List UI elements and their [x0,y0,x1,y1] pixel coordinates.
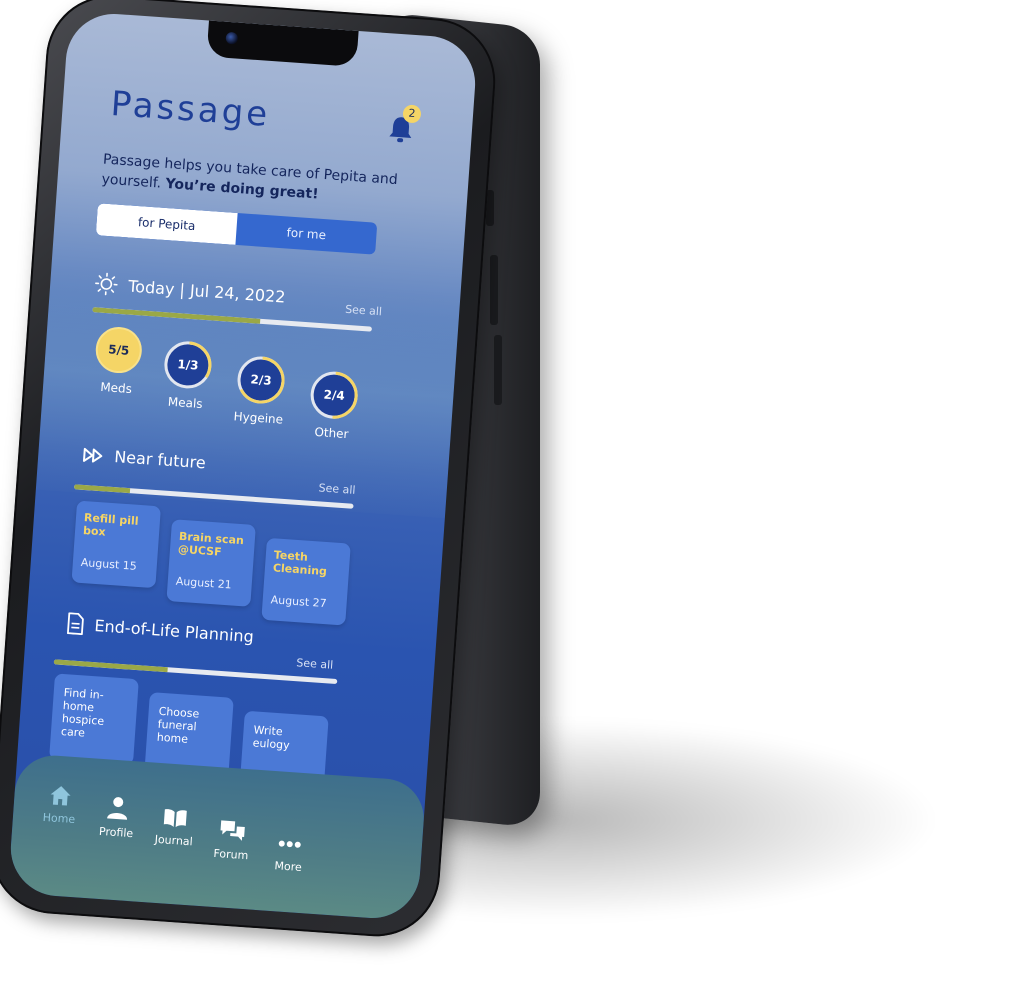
more-icon [278,840,301,848]
ring-meals-value: 1/3 [177,357,199,372]
event-card[interactable]: Teeth Cleaning August 27 [261,537,351,626]
home-icon [50,786,71,806]
camera-icon [225,31,239,45]
near-future-see-all[interactable]: See all [318,481,356,497]
ring-hygiene[interactable]: 2/3 Hygeine [221,353,300,428]
ring-meals-label: Meals [167,394,204,412]
ring-hygiene-chart: 2/3 [237,356,285,404]
app-title: Passage [109,83,272,135]
forum-icon [220,820,245,841]
nav-home-label: Home [42,810,76,827]
event-card-date: August 15 [80,555,138,573]
toggle-for-me[interactable]: for me [235,213,377,255]
sun-icon [95,272,118,296]
planning-title: End-of-Life Planning [93,615,255,646]
event-card-title: Refill pill box [82,511,139,539]
journal-icon [163,809,187,828]
nav-journal[interactable]: Journal [143,806,206,849]
nav-journal-label: Journal [154,832,194,849]
nav-more-label: More [274,859,303,875]
phone: Passage 2 Passage helps you take care of… [0,0,500,941]
event-card-title: Teeth Cleaning [272,548,328,579]
planning-task-title: Find in-home hospice care [60,686,105,740]
volume-up-button [490,255,498,325]
planning-see-all[interactable]: See all [296,656,334,672]
volume-down-button [494,335,502,405]
toggle-for-pepita[interactable]: for Pepita [95,203,238,245]
planning-task-title: Choose funeral home [156,704,200,746]
planning-progress-fill [53,659,168,673]
ring-other-chart: 2/4 [310,371,358,419]
notification-badge: 2 [402,104,422,124]
event-card[interactable]: Refill pill box August 15 [71,500,161,589]
planning-task-card[interactable]: Find in-home hospice care [49,673,139,766]
event-card[interactable]: Brain scan @UCSF August 21 [166,519,256,607]
nav-profile-label: Profile [98,824,134,841]
ring-meds-value: 5/5 [108,342,130,357]
event-card-date: August 27 [270,593,328,611]
nav-more[interactable]: More [258,832,321,875]
document-icon [67,612,84,636]
nav-home[interactable]: Home [29,782,92,827]
today-see-all[interactable]: See all [345,303,383,319]
fast-forward-icon [83,447,103,463]
ring-other-value: 2/4 [323,387,345,402]
ring-meals[interactable]: 1/3 Meals [150,338,225,413]
event-card-date: August 21 [175,574,233,592]
planning-task-title: Write eulogy [252,723,291,752]
screen: Passage 2 Passage helps you take care of… [7,10,479,922]
ring-meals-chart: 1/3 [164,341,212,389]
nav-forum[interactable]: Forum [200,818,263,863]
nav-forum-label: Forum [213,846,249,863]
care-toggle: for Pepita for me [95,203,378,255]
ring-meds[interactable]: 5/5 Meds [81,323,156,398]
bottom-nav: Home Profile Journal Forum More [7,752,427,922]
ring-other-label: Other [314,424,349,442]
ring-other[interactable]: 2/4 Other [296,368,371,443]
nav-profile[interactable]: Profile [86,794,149,841]
ring-meds-label: Meds [99,379,133,397]
event-card-title: Brain scan @UCSF [177,529,245,559]
ring-meds-chart: 5/5 [95,327,142,374]
tagline: Passage helps you take care of Pepita an… [101,150,403,211]
profile-icon [107,797,128,820]
planning-header: End-of-Life Planning [66,612,255,647]
ring-hygiene-value: 2/3 [250,372,272,387]
